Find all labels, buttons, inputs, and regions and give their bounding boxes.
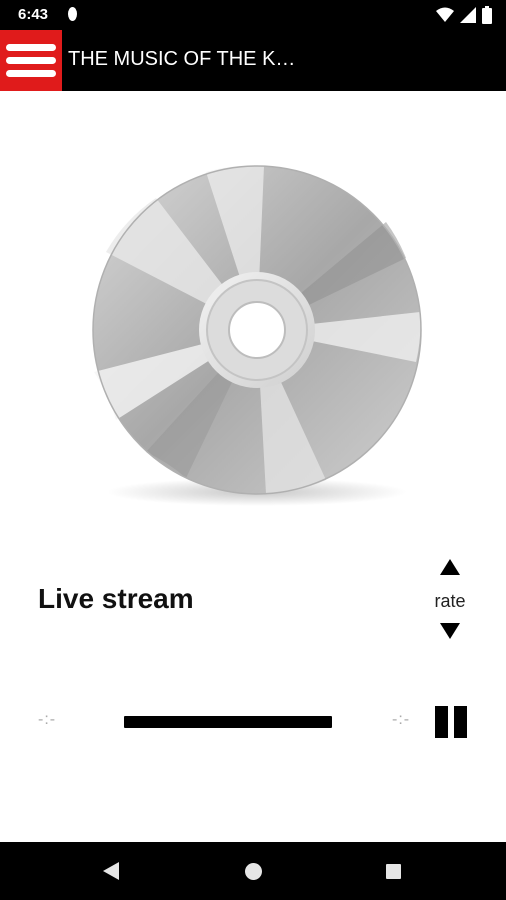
pause-icon: [454, 706, 467, 738]
track-title: Live stream: [38, 583, 194, 614]
time-elapsed: -:-: [38, 711, 57, 728]
rate-down-icon[interactable]: [440, 623, 460, 639]
menu-line: [6, 70, 56, 77]
pause-button[interactable]: [435, 706, 467, 738]
menu-line: [6, 44, 56, 51]
hamburger-menu-icon[interactable]: [0, 30, 62, 91]
rate-up-icon[interactable]: [440, 559, 460, 575]
battery-icon: [482, 6, 492, 24]
app-bar: THE MUSIC OF THE K…: [0, 30, 506, 91]
back-icon[interactable]: [103, 862, 119, 880]
system-nav-bar: [0, 842, 506, 900]
time-remaining: -:-: [392, 711, 411, 728]
signal-icon: [460, 7, 476, 23]
rate-label: rate: [434, 591, 466, 611]
status-time: 6:43: [18, 6, 49, 23]
recents-icon[interactable]: [386, 864, 401, 879]
progress-bar[interactable]: [124, 716, 332, 728]
status-icons: [436, 6, 492, 24]
notification-dot-icon: [68, 7, 77, 21]
rate-control: rate: [426, 553, 474, 645]
status-bar: 6:43: [0, 0, 506, 30]
wifi-icon: [436, 7, 454, 22]
home-icon[interactable]: [245, 863, 262, 880]
cd-disc-artwork: [92, 165, 422, 506]
app-title: THE MUSIC OF THE K…: [68, 48, 296, 70]
menu-line: [6, 57, 56, 64]
pause-icon: [435, 706, 448, 738]
